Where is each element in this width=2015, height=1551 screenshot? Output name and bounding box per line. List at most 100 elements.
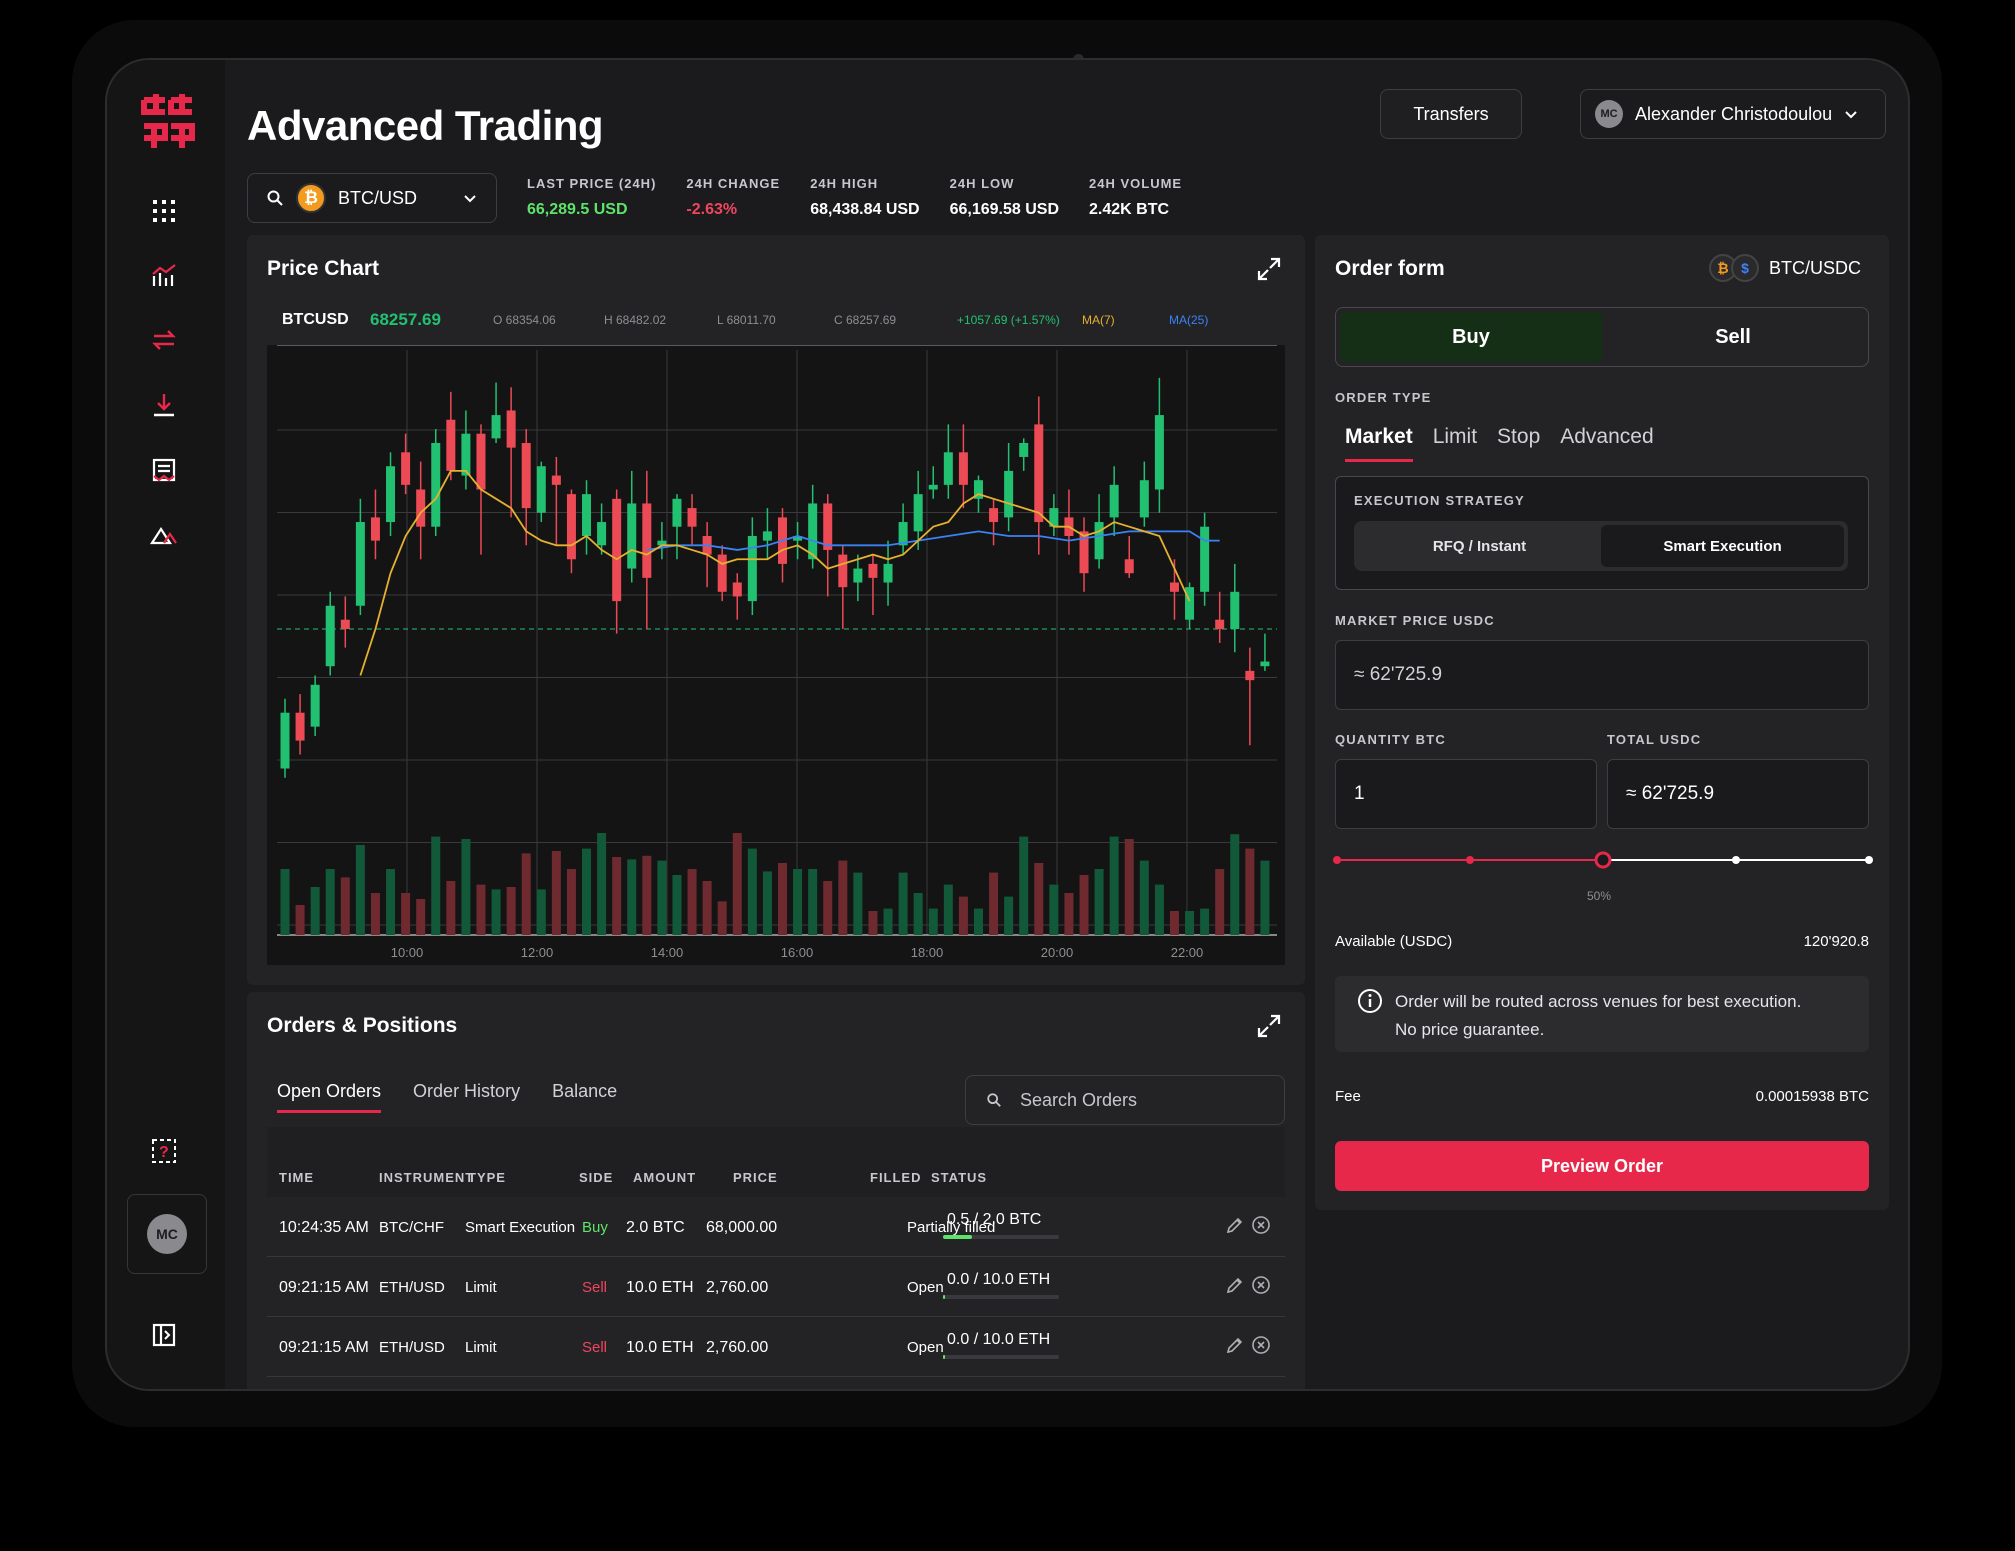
download-icon[interactable]	[149, 390, 179, 420]
cell-type: Limit	[465, 1279, 497, 1296]
tab-order-history[interactable]: Order History	[413, 1081, 520, 1113]
candle-body	[1139, 480, 1149, 518]
volume-bar	[1139, 860, 1149, 935]
pair-symbol: BTC/USD	[338, 187, 418, 208]
order-type-tab-limit[interactable]: Limit	[1433, 425, 1477, 462]
edit-icon[interactable]	[1225, 1215, 1245, 1240]
grid-icon[interactable]	[149, 196, 179, 226]
table-row[interactable]: 09:21:15 AM ETH/USD Limit Sell 10.0 ETH …	[267, 1257, 1285, 1317]
amount-slider[interactable]	[1331, 845, 1875, 875]
order-type-tab-market[interactable]: Market	[1345, 425, 1413, 462]
cell-status: Open	[907, 1339, 944, 1356]
stat-label: 24H LOW	[949, 176, 1015, 191]
trading-chart-icon[interactable]	[149, 261, 179, 291]
candle-body	[1260, 661, 1270, 667]
routing-notice: Order will be routed across venues for b…	[1335, 976, 1869, 1052]
cell-amount: 2.0 BTC	[626, 1219, 685, 1236]
volume-bar	[747, 848, 757, 935]
chart-canvas[interactable]: 10:00 12:00 14:00 16:00 18:00 20:00 22:00	[267, 344, 1285, 965]
volume-bar	[1245, 848, 1255, 935]
cancel-order-icon[interactable]	[1251, 1275, 1271, 1300]
candle-body	[642, 503, 652, 578]
rfq-instant-option[interactable]: RFQ / Instant	[1358, 525, 1601, 567]
pair-selector[interactable]: ₿ BTC/USD	[247, 173, 497, 223]
mountain-icon[interactable]	[149, 519, 179, 549]
sidebar: ? MC	[107, 60, 225, 1389]
ma7-label: MA(7)	[1082, 313, 1115, 327]
candle-body	[597, 522, 607, 546]
candle-body	[732, 582, 742, 597]
cell-status: Partially filled	[907, 1219, 996, 1236]
order-type-tab-advanced[interactable]: Advanced	[1560, 425, 1653, 462]
help-icon[interactable]: ?	[149, 1136, 179, 1166]
sell-tab[interactable]: Sell	[1602, 312, 1864, 362]
quantity-input[interactable]: 1	[1335, 759, 1597, 829]
swap-icon[interactable]	[149, 325, 179, 355]
smart-execution-option[interactable]: Smart Execution	[1601, 525, 1844, 567]
statement-icon[interactable]	[149, 455, 179, 485]
stat-label: LAST PRICE (24H)	[527, 176, 657, 191]
user-name: Alexander Christodoulou	[1635, 103, 1833, 124]
search-orders-field[interactable]: Search Orders	[965, 1075, 1285, 1125]
chart-low: L 68011.70	[717, 313, 776, 327]
volume-bar	[612, 857, 622, 935]
search-placeholder[interactable]: Search Orders	[1020, 1090, 1137, 1111]
bitcoin-icon: ₿	[296, 183, 326, 213]
x-tick-label: 20:00	[1041, 945, 1074, 960]
x-tick-label: 12:00	[521, 945, 554, 960]
avatar[interactable]: MC	[147, 1214, 187, 1254]
candle-body	[762, 531, 772, 541]
cell-price: 2,760.00	[706, 1339, 769, 1356]
user-avatar: MC	[1595, 100, 1623, 128]
volume-bar	[762, 871, 772, 935]
cancel-order-icon[interactable]	[1251, 1335, 1271, 1360]
volume-bar	[717, 901, 727, 935]
candle-body	[1200, 526, 1210, 592]
candle-body	[1169, 582, 1179, 592]
table-row[interactable]: 09:21:15 AM ETH/USD Limit Sell 10.0 ETH …	[267, 1317, 1285, 1377]
candlestick-chart[interactable]: 10:00 12:00 14:00 16:00 18:00 20:00 22:00	[267, 344, 1285, 965]
volume-bar	[898, 872, 908, 935]
order-type-tab-stop[interactable]: Stop	[1497, 425, 1540, 462]
candle-body	[868, 563, 878, 578]
expand-icon[interactable]	[1255, 1012, 1283, 1040]
candle-body	[1215, 619, 1225, 629]
total-input[interactable]: ≈ 62'725.9	[1607, 759, 1869, 829]
volume-bar	[310, 887, 320, 935]
transfers-button[interactable]: Transfers	[1380, 89, 1522, 139]
execution-toggle: RFQ / Instant Smart Execution	[1354, 521, 1848, 571]
logo-icon[interactable]	[141, 90, 195, 152]
volume-bar	[446, 881, 456, 935]
candle-body	[928, 484, 938, 490]
preview-order-button[interactable]: Preview Order	[1335, 1141, 1869, 1191]
volume-bar	[1215, 869, 1225, 935]
expand-icon[interactable]	[1255, 255, 1283, 283]
volume-bar	[868, 911, 878, 935]
market-price-value: ≈ 62'725.9	[1354, 664, 1443, 685]
cell-type: Limit	[465, 1339, 497, 1356]
sidebar-user-box[interactable]: MC	[127, 1194, 207, 1274]
buy-tab[interactable]: Buy	[1340, 312, 1602, 362]
volume-bar	[853, 872, 863, 935]
edit-icon[interactable]	[1225, 1275, 1245, 1300]
stat-value: 66,289.5 USD	[527, 201, 628, 218]
tab-open-orders[interactable]: Open Orders	[277, 1081, 382, 1113]
stat-value: 66,169.58 USD	[949, 201, 1060, 218]
edit-icon[interactable]	[1225, 1335, 1245, 1360]
quantity-value[interactable]: 1	[1354, 783, 1365, 805]
fee-label: Fee	[1335, 1088, 1361, 1105]
total-value[interactable]: ≈ 62'725.9	[1626, 783, 1714, 805]
order-type-label: ORDER TYPE	[1335, 390, 1432, 405]
candle-body	[446, 419, 456, 471]
volume-bar	[883, 908, 893, 935]
column-header: PRICE	[733, 1170, 778, 1185]
column-header: SIDE	[579, 1170, 614, 1185]
tab-balance[interactable]: Balance	[552, 1081, 617, 1113]
table-row[interactable]: 10:24:35 AM BTC/CHF Smart Execution Buy …	[267, 1197, 1285, 1257]
column-header: FILLED	[870, 1170, 922, 1185]
user-menu[interactable]: MC Alexander Christodoulou	[1580, 89, 1886, 139]
volume-bar	[1154, 884, 1164, 935]
cancel-order-icon[interactable]	[1251, 1215, 1271, 1240]
collapse-sidebar-icon[interactable]	[149, 1320, 179, 1350]
candle-body	[883, 563, 893, 583]
